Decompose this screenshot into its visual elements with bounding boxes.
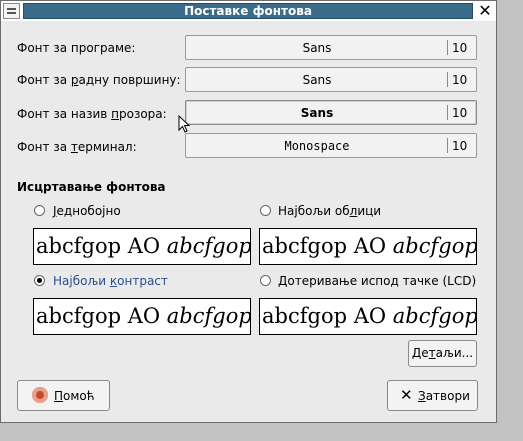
application-font-label: Фонт за програме: <box>17 41 136 55</box>
window-title-font-button[interactable]: Sans 10 <box>185 100 477 125</box>
monochrome-label[interactable]: Једнобојно <box>53 204 121 218</box>
window-title-font-label: Фонт за назив прозора: <box>17 107 167 121</box>
mouse-pointer-icon <box>178 115 190 133</box>
details-button[interactable]: Детаљи... <box>408 340 477 367</box>
terminal-font-label: Фонт за терминал: <box>17 140 137 154</box>
label-text: розора: <box>119 107 167 121</box>
separator <box>447 105 448 120</box>
window-close-button[interactable]: ✕ <box>476 2 494 20</box>
mnemonic: З <box>418 389 426 403</box>
window-menu-button[interactable] <box>3 3 20 19</box>
font-name: Sans <box>300 106 334 120</box>
mnemonic: т <box>70 140 78 154</box>
monochrome-radio[interactable] <box>34 205 45 216</box>
label-text: Де <box>411 346 429 360</box>
sample-roman: abcfgop AO <box>262 234 393 258</box>
best-shapes-label[interactable]: Најбољи облици <box>278 204 381 218</box>
label-text: Најбољи об <box>278 204 350 218</box>
close-label: Затвори <box>418 389 470 403</box>
sample-roman: abcfgop AO <box>262 304 393 328</box>
help-label: Помоћ <box>54 389 95 403</box>
best-shapes-radio[interactable] <box>260 205 271 216</box>
separator <box>447 40 448 55</box>
sample-italic: abcfgop <box>166 304 251 328</box>
sample-italic: abcfgop <box>166 234 251 258</box>
font-preferences-window: Поставке фонтова ✕ Фонт за програме: San… <box>0 0 497 423</box>
sample-italic: abcfgop <box>392 304 477 328</box>
font-size: 10 <box>452 73 468 87</box>
sample-roman: abcfgop AO <box>36 304 167 328</box>
terminal-font-button[interactable]: Monospace 10 <box>185 133 477 158</box>
label-text: еднобојно <box>56 204 121 218</box>
label-text: онтраст <box>117 274 168 288</box>
font-size: 10 <box>452 41 468 55</box>
help-button[interactable]: Помоћ <box>17 380 110 411</box>
mnemonic: р <box>70 73 79 87</box>
font-size: 10 <box>452 106 468 120</box>
font-name: Sans <box>302 41 332 55</box>
title-bar: Поставке фонтова ✕ <box>1 1 496 21</box>
desktop-font-button[interactable]: Sans 10 <box>185 67 477 92</box>
best-contrast-radio[interactable] <box>34 275 45 286</box>
font-size: 10 <box>452 139 468 153</box>
menu-icon-bar <box>7 12 16 14</box>
label-text: омоћ <box>63 389 95 403</box>
best-contrast-label[interactable]: Најбољи контраст <box>53 274 168 288</box>
best-shapes-sample[interactable]: abcfgop AO abcfgop <box>259 228 477 265</box>
label-text: аљи... <box>435 346 474 360</box>
mnemonic: т <box>428 346 436 360</box>
mnemonic: п <box>111 107 119 121</box>
separator <box>447 138 448 153</box>
label-text: Фонт за <box>17 140 71 154</box>
lifebuoy-icon <box>32 387 48 403</box>
label-text: Најбољи <box>53 274 110 288</box>
font-rendering-heading: Исцртавање фонтова <box>17 180 166 194</box>
subpixel-lcd-radio[interactable] <box>260 275 271 286</box>
close-button[interactable]: ✕ Затвори <box>387 380 478 411</box>
label-text: ици <box>357 204 382 218</box>
label-text: Фонт за <box>17 73 71 87</box>
font-name: Sans <box>302 73 332 87</box>
sample-italic: abcfgop <box>392 234 477 258</box>
desktop-font-label: Фонт за радну површину: <box>17 73 181 87</box>
window-title: Поставке фонтова <box>23 3 473 19</box>
separator <box>447 72 448 87</box>
monochrome-sample[interactable]: abcfgop AO abcfgop <box>33 228 251 265</box>
label-text: Фонт за назив <box>17 107 112 121</box>
menu-icon-bar <box>7 8 16 10</box>
application-font-button[interactable]: Sans 10 <box>185 35 477 60</box>
label-text: ерминал: <box>77 140 137 154</box>
font-name: Monospace <box>284 139 350 153</box>
label-text: атвори <box>425 389 470 403</box>
sample-roman: abcfgop AO <box>36 234 167 258</box>
mnemonic: П <box>54 389 64 403</box>
subpixel-lcd-sample[interactable]: abcfgop AO abcfgop <box>259 298 477 335</box>
subpixel-lcd-label[interactable]: Дотеривање испод тачке (LCD) <box>278 274 476 288</box>
close-icon: ✕ <box>400 386 413 404</box>
best-contrast-sample[interactable]: abcfgop AO abcfgop <box>33 298 251 335</box>
label-text: адну површину: <box>78 73 181 87</box>
